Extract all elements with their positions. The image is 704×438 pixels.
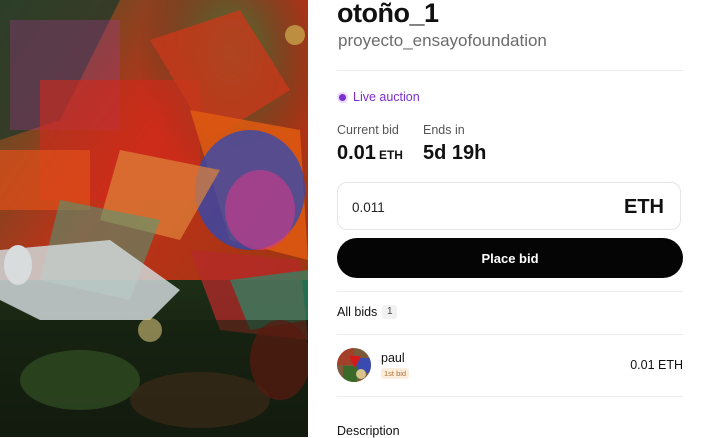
current-bid-value: 0.01 ETH <box>337 142 403 165</box>
live-auction-badge: Live auction <box>339 90 420 104</box>
artwork-image[interactable] <box>0 0 308 437</box>
bid-amount-input[interactable]: 0.011 ETH <box>337 182 681 230</box>
all-bids-label: All bids <box>337 305 378 319</box>
divider <box>337 334 683 335</box>
description-header: Description <box>337 424 400 438</box>
ends-in-label: Ends in <box>423 123 465 137</box>
collection-name[interactable]: proyecto_ensayofoundation <box>338 31 547 51</box>
ends-in-value: 5d 19h <box>423 142 487 164</box>
bidder-name[interactable]: paul <box>381 351 405 365</box>
bid-amount: 0.01 ETH <box>630 358 683 372</box>
current-bid-label: Current bid <box>337 123 399 137</box>
item-title: otoño_1 <box>337 0 439 28</box>
first-bid-badge: 1st bid <box>381 368 410 379</box>
avatar[interactable] <box>337 348 371 382</box>
artwork-graphic <box>0 0 308 437</box>
divider <box>337 396 683 397</box>
all-bids-header: All bids 1 <box>337 305 398 319</box>
bid-currency-label: ETH <box>624 196 664 218</box>
bid-count-badge: 1 <box>382 305 398 319</box>
live-auction-label: Live auction <box>353 90 420 104</box>
live-dot-icon <box>339 93 346 101</box>
divider <box>337 291 683 292</box>
place-bid-button[interactable]: Place bid <box>337 238 683 278</box>
current-bid-currency: ETH <box>378 148 403 162</box>
avatar-image <box>337 348 371 382</box>
divider <box>337 70 683 71</box>
current-bid-amount: 0.01 <box>337 142 376 164</box>
bid-amount-value[interactable]: 0.011 <box>352 200 385 215</box>
auction-panel: otoño_1 proyecto_ensayofoundation Live a… <box>337 0 683 438</box>
